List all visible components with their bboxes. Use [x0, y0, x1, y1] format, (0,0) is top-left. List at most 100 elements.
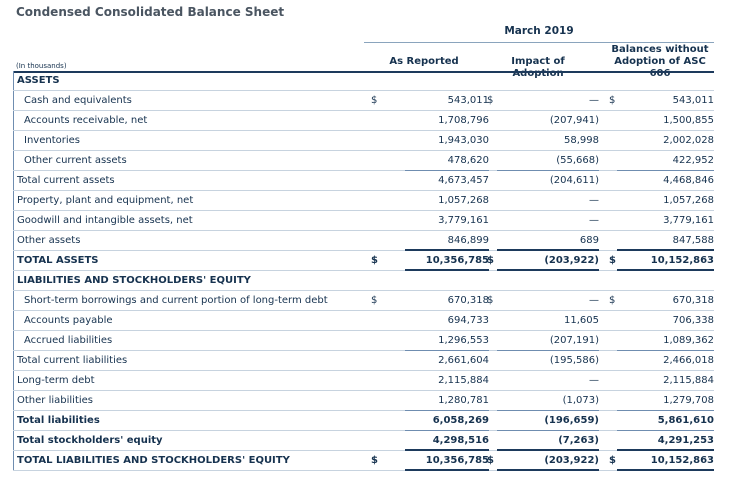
row-value: 846,899	[447, 235, 489, 246]
row-value: 4,291,253	[657, 435, 714, 446]
row-label: TOTAL LIABILITIES AND STOCKHOLDERS' EQUI…	[17, 455, 290, 466]
dollar-sign: $	[487, 295, 494, 306]
table-row: Total current assets 4,673,457 (204,611) 4,…	[13, 171, 714, 191]
dollar-sign: $	[487, 95, 494, 106]
row-label: TOTAL ASSETS	[17, 255, 99, 266]
row-value: —	[589, 215, 599, 226]
table-row: Cash and equivalents 543,011 $ — $543,011 $	[13, 91, 714, 111]
table-row: Total liabilities 6,058,269 (196,659) 5,861…	[13, 411, 714, 431]
table-row: Inventories 1,943,030 58,998 2,002,028	[13, 131, 714, 151]
table-row: Accounts payable 694,733 11,605 706,338	[13, 311, 714, 331]
total-rule	[497, 469, 599, 471]
period-underline	[364, 42, 714, 43]
row-value: 543,011	[447, 95, 489, 106]
dollar-sign: $	[487, 255, 494, 266]
row-value: 11,605	[564, 315, 599, 326]
total-rule	[617, 469, 714, 471]
row-value: 478,620	[447, 155, 489, 166]
row-label: Property, plant and equipment, net	[17, 195, 194, 206]
table-row: Other assets 846,899 689 847,588	[13, 231, 714, 251]
dollar-sign: $	[609, 455, 616, 466]
row-value: 2,002,028	[663, 135, 714, 146]
row-value: 1,280,781	[438, 395, 489, 406]
row-value: 5,861,610	[657, 415, 714, 426]
row-value: 10,356,785	[425, 255, 489, 266]
total-rule	[405, 469, 489, 471]
row-value: (55,668)	[556, 155, 599, 166]
row-value: —	[589, 95, 599, 106]
row-label: Total current assets	[17, 175, 115, 186]
table-row: Total current liabilities 2,661,604 (195,5…	[13, 351, 714, 371]
row-value: 10,356,785	[425, 455, 489, 466]
row-label: Accounts receivable, net	[24, 115, 148, 126]
row-value: 10,152,863	[650, 255, 714, 266]
row-value: 4,468,846	[663, 175, 714, 186]
row-value: —	[589, 375, 599, 386]
row-value: 2,661,604	[438, 355, 489, 366]
row-label: Goodwill and intangible assets, net	[17, 215, 193, 226]
row-value: 10,152,863	[650, 455, 714, 466]
row-value: —	[589, 295, 599, 306]
row-value: 4,673,457	[438, 175, 489, 186]
dollar-sign: $	[487, 455, 494, 466]
row-value: 3,779,161	[438, 215, 489, 226]
table-row: Other current assets 478,620 (55,668) 422,9…	[13, 151, 714, 171]
table-row: TOTAL ASSETS 10,356,785 $ (203,922) $10,152,…	[13, 251, 714, 271]
row-value: 1,943,030	[438, 135, 489, 146]
table-row: TOTAL LIABILITIES AND STOCKHOLDERS' EQUI…	[13, 451, 714, 471]
table-row: Accounts receivable, net 1,708,796 (207,94…	[13, 111, 714, 131]
row-value: 2,115,884	[438, 375, 489, 386]
row-value: (207,191)	[549, 335, 599, 346]
dollar-sign: $	[371, 255, 378, 266]
statement-title: Condensed Consolidated Balance Sheet	[16, 5, 285, 19]
row-value: 1,296,553	[438, 335, 489, 346]
column-header-as-reported: As Reported	[389, 56, 459, 67]
row-value: 1,057,268	[438, 195, 489, 206]
table-row: Short-term borrowings and current portio…	[13, 291, 714, 311]
row-label: Other assets	[17, 235, 81, 246]
row-value: (203,922)	[544, 455, 599, 466]
row-value: 1,089,362	[663, 335, 714, 346]
table-row: LIABILITIES AND STOCKHOLDERS' EQUITY	[13, 271, 714, 291]
row-label: Cash and equivalents	[24, 95, 132, 106]
row-separator	[13, 470, 714, 471]
row-value: 1,708,796	[438, 115, 489, 126]
row-value: 847,588	[672, 235, 714, 246]
row-label: LIABILITIES AND STOCKHOLDERS' EQUITY	[17, 275, 251, 286]
row-label: Other current assets	[24, 155, 127, 166]
row-value: 543,011	[672, 95, 714, 106]
row-value: 4,298,516	[432, 435, 489, 446]
table-row: Property, plant and equipment, net 1,057,…	[13, 191, 714, 211]
row-label: Total liabilities	[17, 415, 100, 426]
row-value: (196,659)	[544, 415, 599, 426]
row-label: Total current liabilities	[17, 355, 128, 366]
table-row: Long-term debt 2,115,884 — 2,115,884	[13, 371, 714, 391]
row-value: 2,466,018	[663, 355, 714, 366]
row-label: Accrued liabilities	[24, 335, 113, 346]
row-value: 1,279,708	[663, 395, 714, 406]
dollar-sign: $	[609, 95, 616, 106]
row-label: Inventories	[24, 135, 80, 146]
dollar-sign: $	[371, 455, 378, 466]
row-value: 2,115,884	[663, 375, 714, 386]
row-label: Other liabilities	[17, 395, 94, 406]
row-value: 670,318	[672, 295, 714, 306]
dollar-sign: $	[371, 95, 378, 106]
row-label: ASSETS	[17, 75, 60, 86]
period-header: March 2019	[504, 25, 574, 37]
row-value: 422,952	[672, 155, 714, 166]
row-label: Short-term borrowings and current portio…	[24, 295, 328, 306]
row-value: 1,057,268	[663, 195, 714, 206]
row-label: Long-term debt	[17, 375, 95, 386]
table-row: ASSETS	[13, 71, 714, 91]
dollar-sign: $	[609, 295, 616, 306]
row-value: 706,338	[672, 315, 714, 326]
row-value: 1,500,855	[663, 115, 714, 126]
row-value: 694,733	[447, 315, 489, 326]
row-value: 689	[579, 235, 599, 246]
row-value: (204,611)	[549, 175, 599, 186]
row-value: —	[589, 195, 599, 206]
dollar-sign: $	[609, 255, 616, 266]
row-value: 6,058,269	[432, 415, 489, 426]
row-value: 3,779,161	[663, 215, 714, 226]
